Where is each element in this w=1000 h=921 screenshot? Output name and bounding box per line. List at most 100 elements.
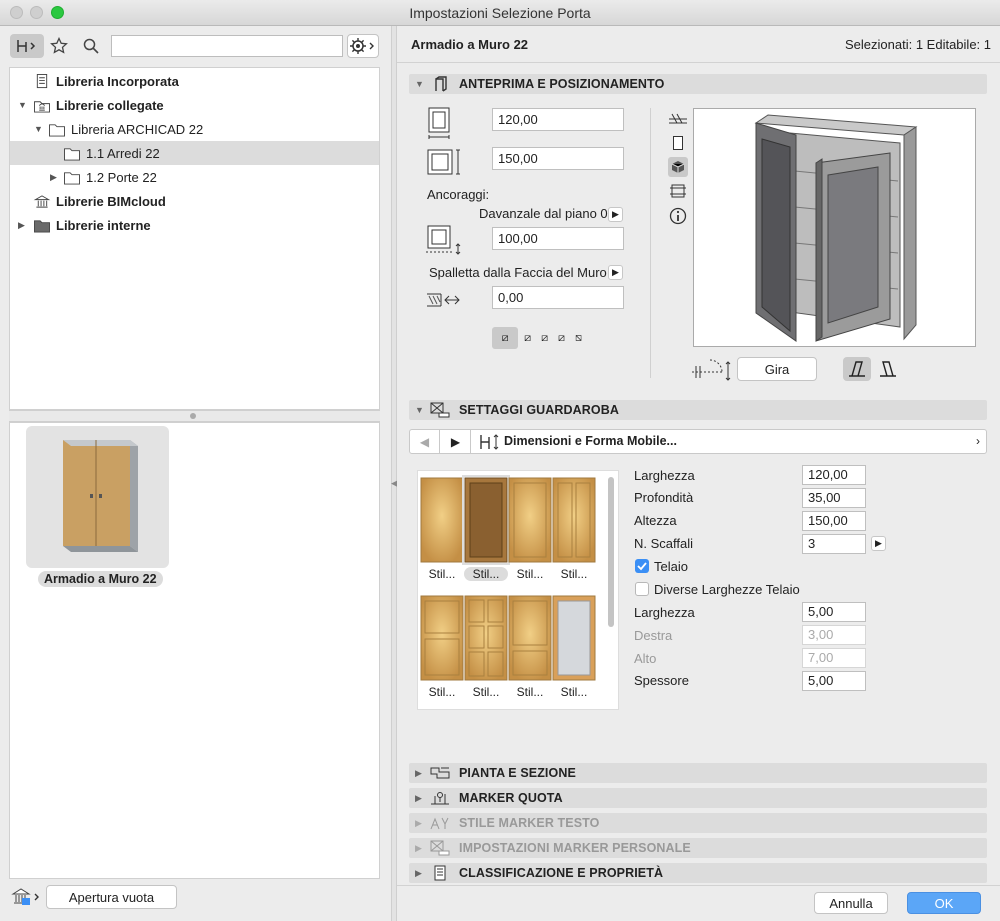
style-thumb-7[interactable] bbox=[508, 595, 552, 681]
anchor-option-3[interactable]: ⧄ bbox=[537, 332, 552, 345]
reveal-options-button[interactable]: ▶ bbox=[608, 265, 623, 280]
tree-item-label: 1.1 Arredi 22 bbox=[86, 145, 160, 161]
section-impostazioni-marker-personale[interactable]: ▶ IMPOSTAZIONI MARKER PERSONALE bbox=[409, 838, 987, 858]
anchor-option-5[interactable]: ⧅ bbox=[571, 332, 586, 345]
frame-larghezza-label: Larghezza bbox=[634, 605, 695, 620]
section-title: SETTAGGI GUARDAROBA bbox=[459, 403, 619, 417]
section-anteprima-posizionamento[interactable]: ▼ ANTEPRIMA E POSIZIONAMENTO bbox=[409, 74, 987, 94]
scaffali-input[interactable]: 3 bbox=[802, 534, 866, 554]
cancel-button[interactable]: Annulla bbox=[814, 892, 888, 914]
sill-options-button[interactable]: ▶ bbox=[608, 207, 623, 222]
chair-icon bbox=[17, 40, 36, 52]
tree-item-arredi[interactable]: 1.1 Arredi 22 bbox=[10, 141, 379, 165]
tree-item-librerie-interne[interactable]: ▶ Librerie interne bbox=[10, 213, 379, 237]
style-caption: Stil... bbox=[516, 567, 544, 581]
height-input[interactable]: 150,00 bbox=[492, 147, 624, 170]
altezza-input[interactable]: 150,00 bbox=[802, 511, 866, 531]
anchor-option-2[interactable]: ⧄ bbox=[520, 332, 535, 345]
mirror-right-icon[interactable] bbox=[875, 357, 901, 381]
disclosure-open-icon: ▼ bbox=[415, 405, 424, 415]
style-thumb-5[interactable] bbox=[420, 595, 464, 681]
search-icon[interactable] bbox=[80, 34, 102, 58]
tree-item-label: Librerie collegate bbox=[56, 97, 164, 113]
tree-item-librerie-collegate[interactable]: ▼ Librerie collegate bbox=[10, 93, 379, 117]
library-browser-pane: Libreria Incorporata ▼ Librerie collegat… bbox=[0, 26, 391, 921]
anchor-option-1[interactable]: ⧄ bbox=[492, 327, 519, 349]
section-marker-quota[interactable]: ▶ MARKER QUOTA bbox=[409, 788, 987, 808]
pane-splitter-handle[interactable] bbox=[9, 410, 380, 422]
flip-button[interactable]: Gira bbox=[737, 357, 817, 381]
search-input[interactable] bbox=[111, 35, 343, 57]
style-caption: Stil... bbox=[560, 685, 588, 699]
library-manager-button[interactable] bbox=[10, 885, 42, 909]
library-tree: Libreria Incorporata ▼ Librerie collegat… bbox=[9, 67, 380, 410]
spessore-input[interactable]: 5,00 bbox=[802, 671, 866, 691]
section-settaggi-guardaroba[interactable]: ▼ SETTAGGI GUARDAROBA bbox=[409, 400, 987, 420]
disclosure-open-icon[interactable]: ▼ bbox=[34, 124, 43, 134]
info-icon[interactable] bbox=[668, 206, 688, 226]
style-thumb-8[interactable] bbox=[552, 595, 596, 681]
width-input[interactable]: 120,00 bbox=[492, 108, 624, 131]
section-view-icon[interactable] bbox=[668, 181, 688, 201]
tree-item-librerie-bimcloud[interactable]: Librerie BIMcloud bbox=[10, 189, 379, 213]
divider bbox=[650, 108, 651, 378]
anchor-option-4[interactable]: ⧄ bbox=[554, 332, 569, 345]
reveal-input[interactable]: 0,00 bbox=[492, 286, 624, 309]
diverse-larghezze-checkbox[interactable] bbox=[635, 582, 649, 596]
alto-label: Alto bbox=[634, 651, 657, 666]
style-thumb-6[interactable] bbox=[464, 595, 508, 681]
ok-button[interactable]: OK bbox=[907, 892, 981, 914]
3d-view-icon[interactable] bbox=[668, 157, 688, 177]
tree-item-libreria-incorporata[interactable]: Libreria Incorporata bbox=[10, 69, 379, 93]
style-thumb-3[interactable] bbox=[508, 477, 552, 563]
section-classificazione-proprieta[interactable]: ▶ CLASSIFICAZIONE E PROPRIETÀ bbox=[409, 863, 987, 883]
open-empty-button[interactable]: Apertura vuota bbox=[46, 885, 177, 909]
larghezza-input[interactable]: 120,00 bbox=[802, 465, 866, 485]
sill-input[interactable]: 100,00 bbox=[492, 227, 624, 250]
text-marker-icon bbox=[430, 817, 449, 830]
reveal-depth-icon bbox=[425, 284, 460, 314]
profondita-input[interactable]: 35,00 bbox=[802, 488, 866, 508]
disclosure-closed-icon[interactable]: ▶ bbox=[18, 220, 25, 231]
disclosure-open-icon[interactable]: ▼ bbox=[18, 100, 27, 110]
style-thumb-2[interactable] bbox=[462, 475, 510, 565]
settings-gear-icon[interactable] bbox=[347, 34, 379, 58]
telaio-checkbox[interactable] bbox=[635, 559, 649, 573]
destra-label: Destra bbox=[634, 628, 673, 643]
sill-label: Davanzale dal piano 0 bbox=[479, 206, 608, 221]
tree-item-label: 1.2 Porte 22 bbox=[86, 169, 157, 185]
tree-item-porte[interactable]: ▶ 1.2 Porte 22 bbox=[10, 165, 379, 189]
next-page-button[interactable]: ▶ bbox=[441, 430, 471, 453]
elevation-view-icon[interactable] bbox=[668, 133, 688, 153]
tree-item-libreria-archicad[interactable]: ▼ Libreria ARCHICAD 22 bbox=[10, 117, 379, 141]
telaio-label: Telaio bbox=[654, 559, 688, 574]
chevron-right-icon[interactable]: › bbox=[976, 434, 980, 448]
linked-library-icon bbox=[34, 100, 50, 113]
frame-larghezza-input[interactable]: 5,00 bbox=[802, 602, 866, 622]
anchors-label: Ancoraggi: bbox=[427, 187, 490, 202]
library-mode-button[interactable] bbox=[10, 34, 44, 58]
sill-height-icon bbox=[425, 224, 461, 255]
section-title: PIANTA E SEZIONE bbox=[459, 766, 576, 780]
section-title: CLASSIFICAZIONE E PROPRIETÀ bbox=[459, 866, 664, 880]
section-title: MARKER QUOTA bbox=[459, 791, 563, 805]
object-thumbnail[interactable] bbox=[26, 426, 169, 568]
page-selector-label[interactable]: Dimensioni e Forma Mobile... bbox=[504, 434, 677, 448]
width-icon bbox=[425, 106, 459, 139]
destra-input: 3,00 bbox=[802, 625, 866, 645]
plan-view-icon[interactable] bbox=[668, 109, 688, 129]
section-pianta-sezione[interactable]: ▶ PIANTA E SEZIONE bbox=[409, 763, 987, 783]
favorites-star-icon[interactable] bbox=[48, 34, 70, 58]
settings-pane: Armadio a Muro 22 Selezionati: 1 Editabi… bbox=[397, 26, 1000, 921]
3d-preview-window[interactable] bbox=[693, 108, 976, 347]
style-caption: Stil... bbox=[516, 685, 544, 699]
tree-item-label: Libreria Incorporata bbox=[56, 73, 179, 89]
previous-page-button[interactable]: ◀ bbox=[410, 430, 440, 453]
disclosure-closed-icon[interactable]: ▶ bbox=[50, 172, 57, 183]
section-stile-marker-testo[interactable]: ▶ STILE MARKER TESTO bbox=[409, 813, 987, 833]
mirror-left-icon[interactable] bbox=[843, 357, 871, 381]
style-thumb-1[interactable] bbox=[420, 477, 464, 563]
gallery-scrollbar[interactable] bbox=[608, 477, 614, 627]
scaffali-options-button[interactable]: ▶ bbox=[871, 536, 886, 551]
style-thumb-4[interactable] bbox=[552, 477, 596, 563]
